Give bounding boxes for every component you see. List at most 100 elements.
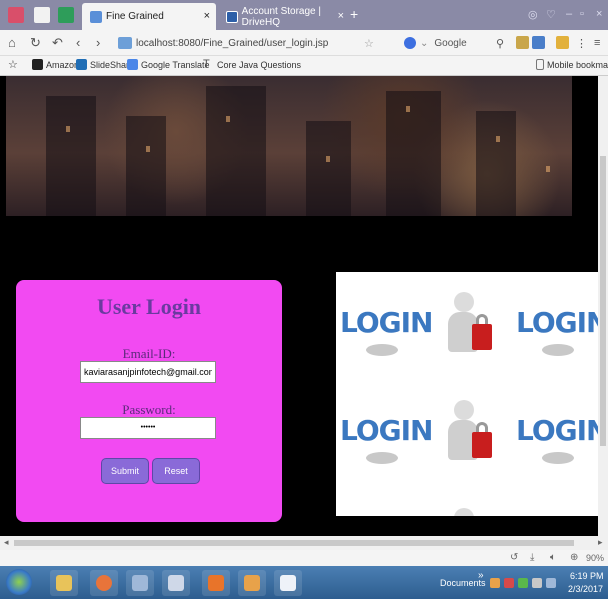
login-illustration-text: LOGIN bbox=[516, 306, 598, 339]
minimize-icon[interactable]: – bbox=[566, 8, 572, 20]
lightning-icon bbox=[168, 575, 184, 591]
login-illustration-text: LOGIN bbox=[340, 414, 433, 447]
reload-icon[interactable]: ↻ bbox=[30, 35, 41, 51]
close-tab-icon[interactable]: × bbox=[338, 10, 344, 22]
maximize-icon[interactable]: ▫ bbox=[580, 8, 584, 20]
shield-icon bbox=[132, 575, 148, 591]
horizontal-scrollbar-thumb[interactable] bbox=[14, 540, 574, 546]
bookmark-star-icon[interactable]: ☆ bbox=[8, 58, 18, 71]
new-tab-icon[interactable]: + bbox=[350, 6, 358, 22]
amazon-icon bbox=[32, 59, 43, 70]
url-text: localhost:8080/Fine_Grained/user_login.j… bbox=[136, 37, 329, 49]
undo-icon[interactable]: ↶ bbox=[52, 35, 63, 51]
translate-icon bbox=[127, 59, 138, 70]
extension-icon[interactable] bbox=[532, 36, 545, 49]
network-icon[interactable] bbox=[518, 578, 528, 588]
taskbar-word[interactable] bbox=[274, 570, 302, 596]
clock-date[interactable]: 2/3/2017 bbox=[568, 584, 603, 594]
tab-label: Fine Grained bbox=[106, 11, 164, 22]
star-icon[interactable]: ☆ bbox=[364, 37, 374, 50]
login-illustration-image: LOGIN LOGIN LOGIN LOGIN bbox=[336, 272, 598, 516]
zoom-icon[interactable]: ⊕ bbox=[570, 552, 578, 563]
document-icon[interactable] bbox=[34, 7, 50, 23]
more-icon[interactable]: ⋮ bbox=[576, 37, 587, 50]
tray-icon[interactable] bbox=[490, 578, 500, 588]
sheet-icon[interactable] bbox=[58, 7, 74, 23]
scroll-right-icon[interactable]: ▸ bbox=[598, 537, 603, 548]
bookmarks-bar: ☆ Amazon SlideShare Google Translate T C… bbox=[0, 56, 608, 76]
taskbar-app[interactable] bbox=[126, 570, 154, 596]
taskbar-firefox[interactable] bbox=[90, 570, 118, 596]
undo-icon[interactable]: ↺ bbox=[510, 552, 518, 563]
bookmark-label: Mobile bookmarks bbox=[547, 59, 608, 70]
clock-time[interactable]: 6:19 PM bbox=[570, 571, 604, 581]
document-icon bbox=[280, 575, 296, 591]
tray-icon[interactable] bbox=[546, 578, 556, 588]
bookmark-core-java[interactable]: T Core Java Questions bbox=[203, 59, 301, 70]
tray-icon[interactable] bbox=[504, 578, 514, 588]
bookmark-slideshare[interactable]: SlideShare bbox=[76, 59, 134, 70]
close-window-icon[interactable]: × bbox=[596, 8, 602, 20]
site-icon bbox=[118, 37, 132, 49]
account-icon[interactable]: ◎ bbox=[528, 8, 538, 21]
horizontal-scrollbar[interactable]: ◂ ▸ bbox=[0, 536, 608, 550]
bookmark-label: Google Translate bbox=[141, 59, 210, 70]
vertical-scrollbar[interactable] bbox=[598, 76, 608, 536]
mobile-bookmarks[interactable]: Mobile bookmarks bbox=[536, 59, 608, 70]
scroll-left-icon[interactable]: ◂ bbox=[4, 537, 9, 548]
extension-icon[interactable] bbox=[556, 36, 569, 49]
login-title: User Login bbox=[96, 294, 202, 319]
forward-icon[interactable]: › bbox=[96, 35, 100, 50]
email-label: Email-ID: bbox=[122, 346, 176, 361]
folder-icon bbox=[56, 575, 72, 591]
extension-icon[interactable] bbox=[516, 36, 529, 49]
text-icon: T bbox=[203, 58, 210, 70]
bookmark-google-translate[interactable]: Google Translate bbox=[127, 59, 210, 70]
url-bar[interactable]: localhost:8080/Fine_Grained/user_login.j… bbox=[118, 33, 328, 53]
tab-favicon-icon bbox=[226, 10, 238, 23]
close-tab-icon[interactable]: × bbox=[204, 10, 210, 22]
mobile-icon bbox=[536, 59, 544, 70]
overflow-icon[interactable]: » bbox=[478, 570, 484, 581]
bookmark-label: Core Java Questions bbox=[217, 59, 302, 70]
linkedin-icon bbox=[76, 59, 87, 70]
tab-fine-grained[interactable]: Fine Grained × bbox=[82, 3, 216, 30]
person-with-lock-icon bbox=[436, 384, 496, 474]
shield-icon[interactable]: ♡ bbox=[546, 8, 556, 21]
vertical-scrollbar-thumb[interactable] bbox=[600, 156, 606, 446]
taskbar-app[interactable] bbox=[238, 570, 266, 596]
browser-icon bbox=[96, 575, 112, 591]
gmail-icon[interactable] bbox=[8, 7, 24, 23]
volume-icon[interactable] bbox=[532, 578, 542, 588]
login-illustration-text: LOGIN bbox=[340, 306, 433, 339]
taskbar-explorer[interactable] bbox=[50, 570, 78, 596]
page-viewport: User Login Email-ID: Password: •••••• Su… bbox=[0, 76, 598, 536]
address-toolbar: ⌂ ↻ ↶ ‹ › localhost:8080/Fine_Grained/us… bbox=[0, 30, 608, 56]
zoom-level: 90% bbox=[586, 553, 605, 563]
hero-banner-image bbox=[6, 76, 572, 216]
bookmark-label: Amazon bbox=[46, 59, 80, 70]
taskbar-app[interactable] bbox=[162, 570, 190, 596]
status-bar: ↺ ⤓ 🔈︎ ⊕ 90% bbox=[0, 550, 608, 566]
start-button[interactable] bbox=[6, 569, 32, 595]
reset-button[interactable]: Reset bbox=[152, 458, 200, 484]
volume-icon[interactable]: 🔈︎ bbox=[550, 552, 556, 563]
app-icon bbox=[208, 575, 224, 591]
tab-strip: Fine Grained × Account Storage | DriveHQ… bbox=[0, 0, 608, 30]
download-icon[interactable]: ⤓ bbox=[530, 552, 534, 563]
tab-drivehq[interactable]: Account Storage | DriveHQ × bbox=[218, 3, 358, 30]
person-with-lock-icon bbox=[436, 492, 496, 516]
bookmark-amazon[interactable]: Amazon bbox=[32, 59, 79, 70]
person-with-lock-icon bbox=[436, 276, 496, 366]
password-input[interactable]: •••••• bbox=[80, 417, 216, 439]
menu-icon[interactable]: ≡ bbox=[594, 37, 600, 49]
taskbar-app[interactable] bbox=[202, 570, 230, 596]
login-form: User Login Email-ID: Password: •••••• Su… bbox=[16, 280, 282, 522]
submit-button[interactable]: Submit bbox=[101, 458, 149, 484]
search-engine-selector[interactable]: ⌄ Google bbox=[404, 33, 467, 53]
search-icon[interactable]: ⚲ bbox=[496, 37, 504, 50]
email-input[interactable] bbox=[80, 361, 216, 383]
home-icon[interactable]: ⌂ bbox=[8, 35, 16, 50]
login-illustration-text: LOGIN bbox=[516, 414, 598, 447]
back-icon[interactable]: ‹ bbox=[76, 35, 80, 50]
